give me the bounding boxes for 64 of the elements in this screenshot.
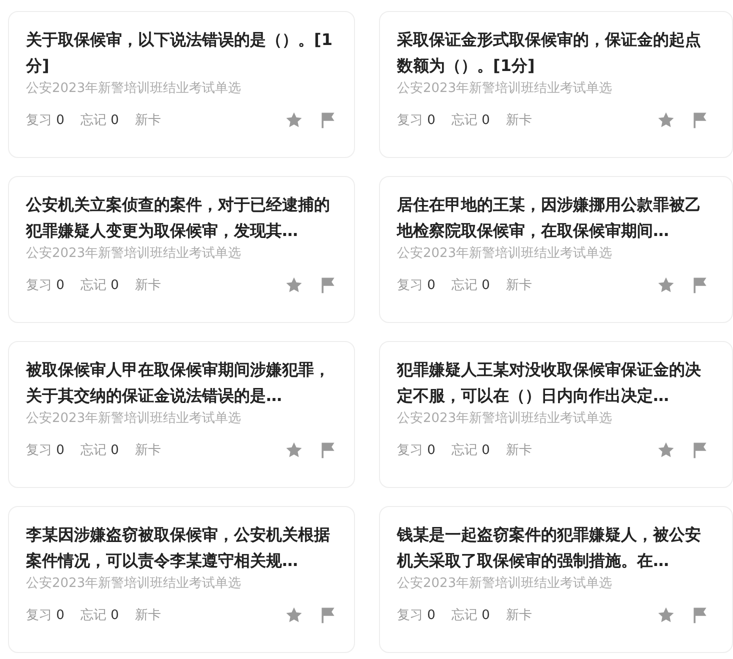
question-source: 公安2023年新警培训班结业考试单选 [397,575,614,593]
stat-label: 复习 0 [26,607,64,624]
stat-label: 忘记 0 [451,112,490,129]
question-source: 公安2023年新警培训班结业考试单选 [397,245,614,263]
stat-label: 忘记 0 [80,442,119,459]
card-tag: 新卡 [506,606,532,624]
card[interactable]: 采取保证金形式取保候审的，保证金的起点数额为（）。[1分] 公安2023年新警培训班结业考试单选 复习 0 忘记 0 新卡 [379,11,733,158]
question-title: 居住在甲地的王某，因涉嫌挪用公款罪被乙地检察院取保候审，在取保候审期间… [397,194,702,242]
star-icon[interactable] [285,606,303,624]
stat-label: 忘记 0 [80,112,119,129]
flag-icon[interactable] [691,276,709,294]
card[interactable]: 被取保候审人甲在取保候审期间涉嫌犯罪，关于其交纳的保证金说法错误的是… 公安2023年新警培训班结业考试单选 复习 0 忘记 0 新卡 [8,341,355,488]
star-icon[interactable] [657,441,675,459]
stat-label: 忘记 0 [451,277,490,294]
card[interactable]: 关于取保候审，以下说法错误的是（）。[1分] 公安2023年新警培训班结业考试单选 复习 0 忘记 0 新卡 [8,11,355,158]
question-title: 犯罪嫌疑人王某对没收取保候审保证金的决定不服，可以在（）日内向作出决定… [397,359,702,407]
stat-label: 忘记 0 [80,277,119,294]
stat-label: 复习 0 [26,277,64,294]
card-tag: 新卡 [134,606,161,624]
question-title: 被取保候审人甲在取保候审期间涉嫌犯罪，关于其交纳的保证金说法错误的是… [26,359,331,407]
star-icon[interactable] [285,441,303,459]
flag-icon[interactable] [691,606,709,624]
card-tag: 新卡 [134,441,161,459]
question-title: 李某因涉嫌盗窃被取保候审，公安机关根据案件情况，可以责令李某遵守相关规… [26,524,331,572]
stat-label: 忘记 0 [451,607,490,624]
question-title: 采取保证金形式取保候审的，保证金的起点数额为（）。[1分] [397,29,702,77]
stat-label: 忘记 0 [451,442,490,459]
flag-icon[interactable] [319,606,337,624]
question-title: 钱某是一起盗窃案件的犯罪嫌疑人，被公安机关采取了取保候审的强制措施。在… [397,524,702,572]
stat-label: 复习 0 [397,442,436,459]
card[interactable]: 居住在甲地的王某，因涉嫌挪用公款罪被乙地检察院取保候审，在取保候审期间… 公安2023年新警培训班结业考试单选 复习 0 忘记 0 新卡 [379,176,733,323]
question-source: 公安2023年新警培训班结业考试单选 [26,80,242,98]
star-icon[interactable] [285,111,303,129]
question-source: 公安2023年新警培训班结业考试单选 [26,245,242,263]
question-source: 公安2023年新警培训班结业考试单选 [26,575,242,593]
stat-label: 复习 0 [397,607,436,624]
card[interactable]: 犯罪嫌疑人王某对没收取保候审保证金的决定不服，可以在（）日内向作出决定… 公安2023年新警培训班结业考试单选 复习 0 忘记 0 新卡 [379,341,733,488]
flag-icon[interactable] [319,441,337,459]
stat-label: 忘记 0 [80,607,119,624]
stat-label: 复习 0 [26,442,64,459]
stat-label: 复习 0 [397,277,436,294]
card-tag: 新卡 [506,441,532,459]
card-tag: 新卡 [506,111,532,129]
card[interactable]: 公安机关立案侦查的案件，对于已经逮捕的犯罪嫌疑人变更为取保候审，发现其… 公安2023年新警培训班结业考试单选 复习 0 忘记 0 新卡 [8,176,355,323]
question-title: 公安机关立案侦查的案件，对于已经逮捕的犯罪嫌疑人变更为取保候审，发现其… [26,194,331,242]
star-icon[interactable] [657,276,675,294]
card-tag: 新卡 [506,276,532,294]
flag-icon[interactable] [691,111,709,129]
question-title: 关于取保候审，以下说法错误的是（）。[1分] [26,29,334,77]
stat-label: 复习 0 [397,112,436,129]
flag-icon[interactable] [319,111,337,129]
stat-label: 复习 0 [26,112,64,129]
star-icon[interactable] [285,276,303,294]
question-source: 公安2023年新警培训班结业考试单选 [397,80,614,98]
question-source: 公安2023年新警培训班结业考试单选 [26,410,242,428]
flag-icon[interactable] [319,276,337,294]
question-source: 公安2023年新警培训班结业考试单选 [397,410,614,428]
card-tag: 新卡 [134,276,161,294]
flag-icon[interactable] [691,441,709,459]
card[interactable]: 李某因涉嫌盗窃被取保候审，公安机关根据案件情况，可以责令李某遵守相关规… 公安2023年新警培训班结业考试单选 复习 0 忘记 0 新卡 [8,506,355,653]
star-icon[interactable] [657,606,675,624]
star-icon[interactable] [657,111,675,129]
card[interactable]: 钱某是一起盗窃案件的犯罪嫌疑人，被公安机关采取了取保候审的强制措施。在… 公安2023年新警培训班结业考试单选 复习 0 忘记 0 新卡 [379,506,733,653]
card-tag: 新卡 [134,111,161,129]
